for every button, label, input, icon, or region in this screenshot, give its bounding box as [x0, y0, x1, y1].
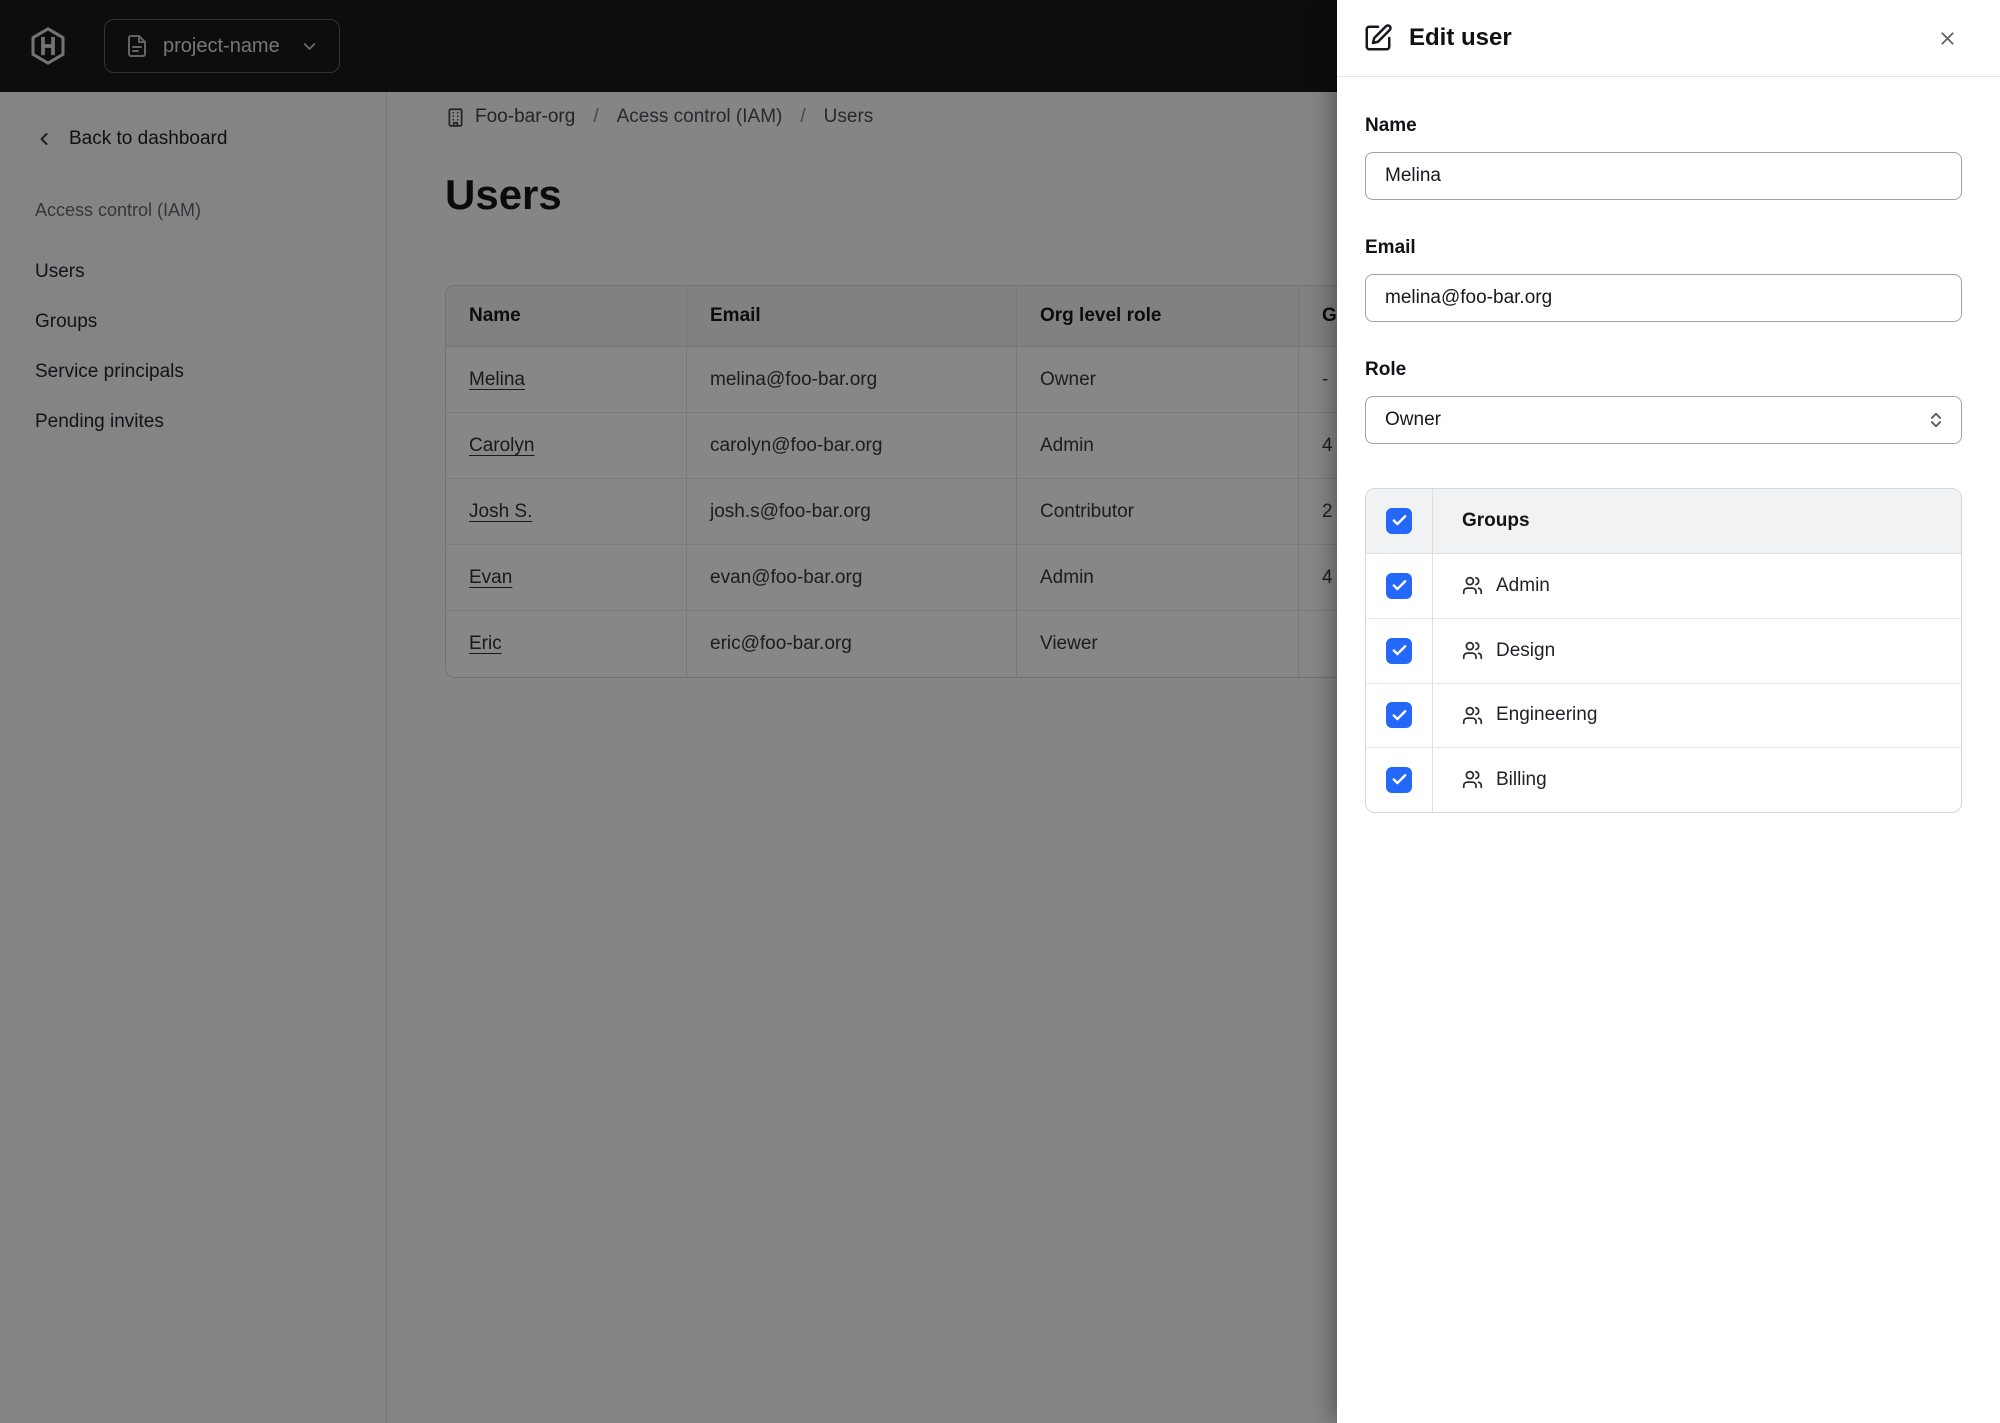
groups-header-row: Groups — [1366, 489, 1961, 554]
users-group-icon — [1462, 640, 1483, 661]
drawer-title: Edit user — [1409, 24, 1512, 51]
edit-user-drawer: Edit user Name Email Role Owner — [1337, 0, 2000, 1423]
role-selected-value: Owner — [1385, 409, 1441, 430]
groups-header-label: Groups — [1433, 489, 1961, 554]
select-stepper-icon — [1926, 410, 1946, 430]
group-name-label: Admin — [1496, 574, 1550, 596]
drawer-header: Edit user — [1337, 0, 2000, 77]
group-checkbox[interactable] — [1386, 766, 1412, 793]
groups-card: Groups Admin Design Engineering Billing — [1365, 488, 1962, 813]
drawer-body: Name Email Role Owner — [1337, 77, 2000, 813]
group-checkbox[interactable] — [1386, 572, 1412, 599]
group-checkbox[interactable] — [1386, 702, 1412, 729]
role-field-label: Role — [1365, 359, 1407, 380]
users-group-icon — [1462, 705, 1483, 726]
group-name-label: Engineering — [1496, 704, 1598, 726]
email-input[interactable] — [1365, 274, 1962, 322]
group-name-label: Design — [1496, 639, 1556, 661]
edit-pencil-icon — [1363, 23, 1393, 53]
group-checkbox[interactable] — [1386, 637, 1412, 664]
group-name-label: Billing — [1496, 768, 1547, 790]
groups-list: Admin Design Engineering Billing — [1366, 553, 1961, 812]
name-input[interactable] — [1365, 152, 1962, 200]
group-row: Design — [1366, 618, 1961, 683]
groups-select-all-checkbox[interactable] — [1386, 507, 1412, 534]
group-row: Billing — [1366, 747, 1961, 812]
name-field-label: Name — [1365, 115, 1417, 136]
users-group-icon — [1462, 769, 1483, 790]
role-select[interactable]: Owner — [1365, 396, 1962, 444]
close-icon — [1937, 28, 1958, 49]
group-row: Admin — [1366, 553, 1961, 618]
users-group-icon — [1462, 575, 1483, 596]
email-field-label: Email — [1365, 237, 1416, 258]
group-row: Engineering — [1366, 682, 1961, 747]
close-drawer-button[interactable] — [1933, 24, 1962, 53]
